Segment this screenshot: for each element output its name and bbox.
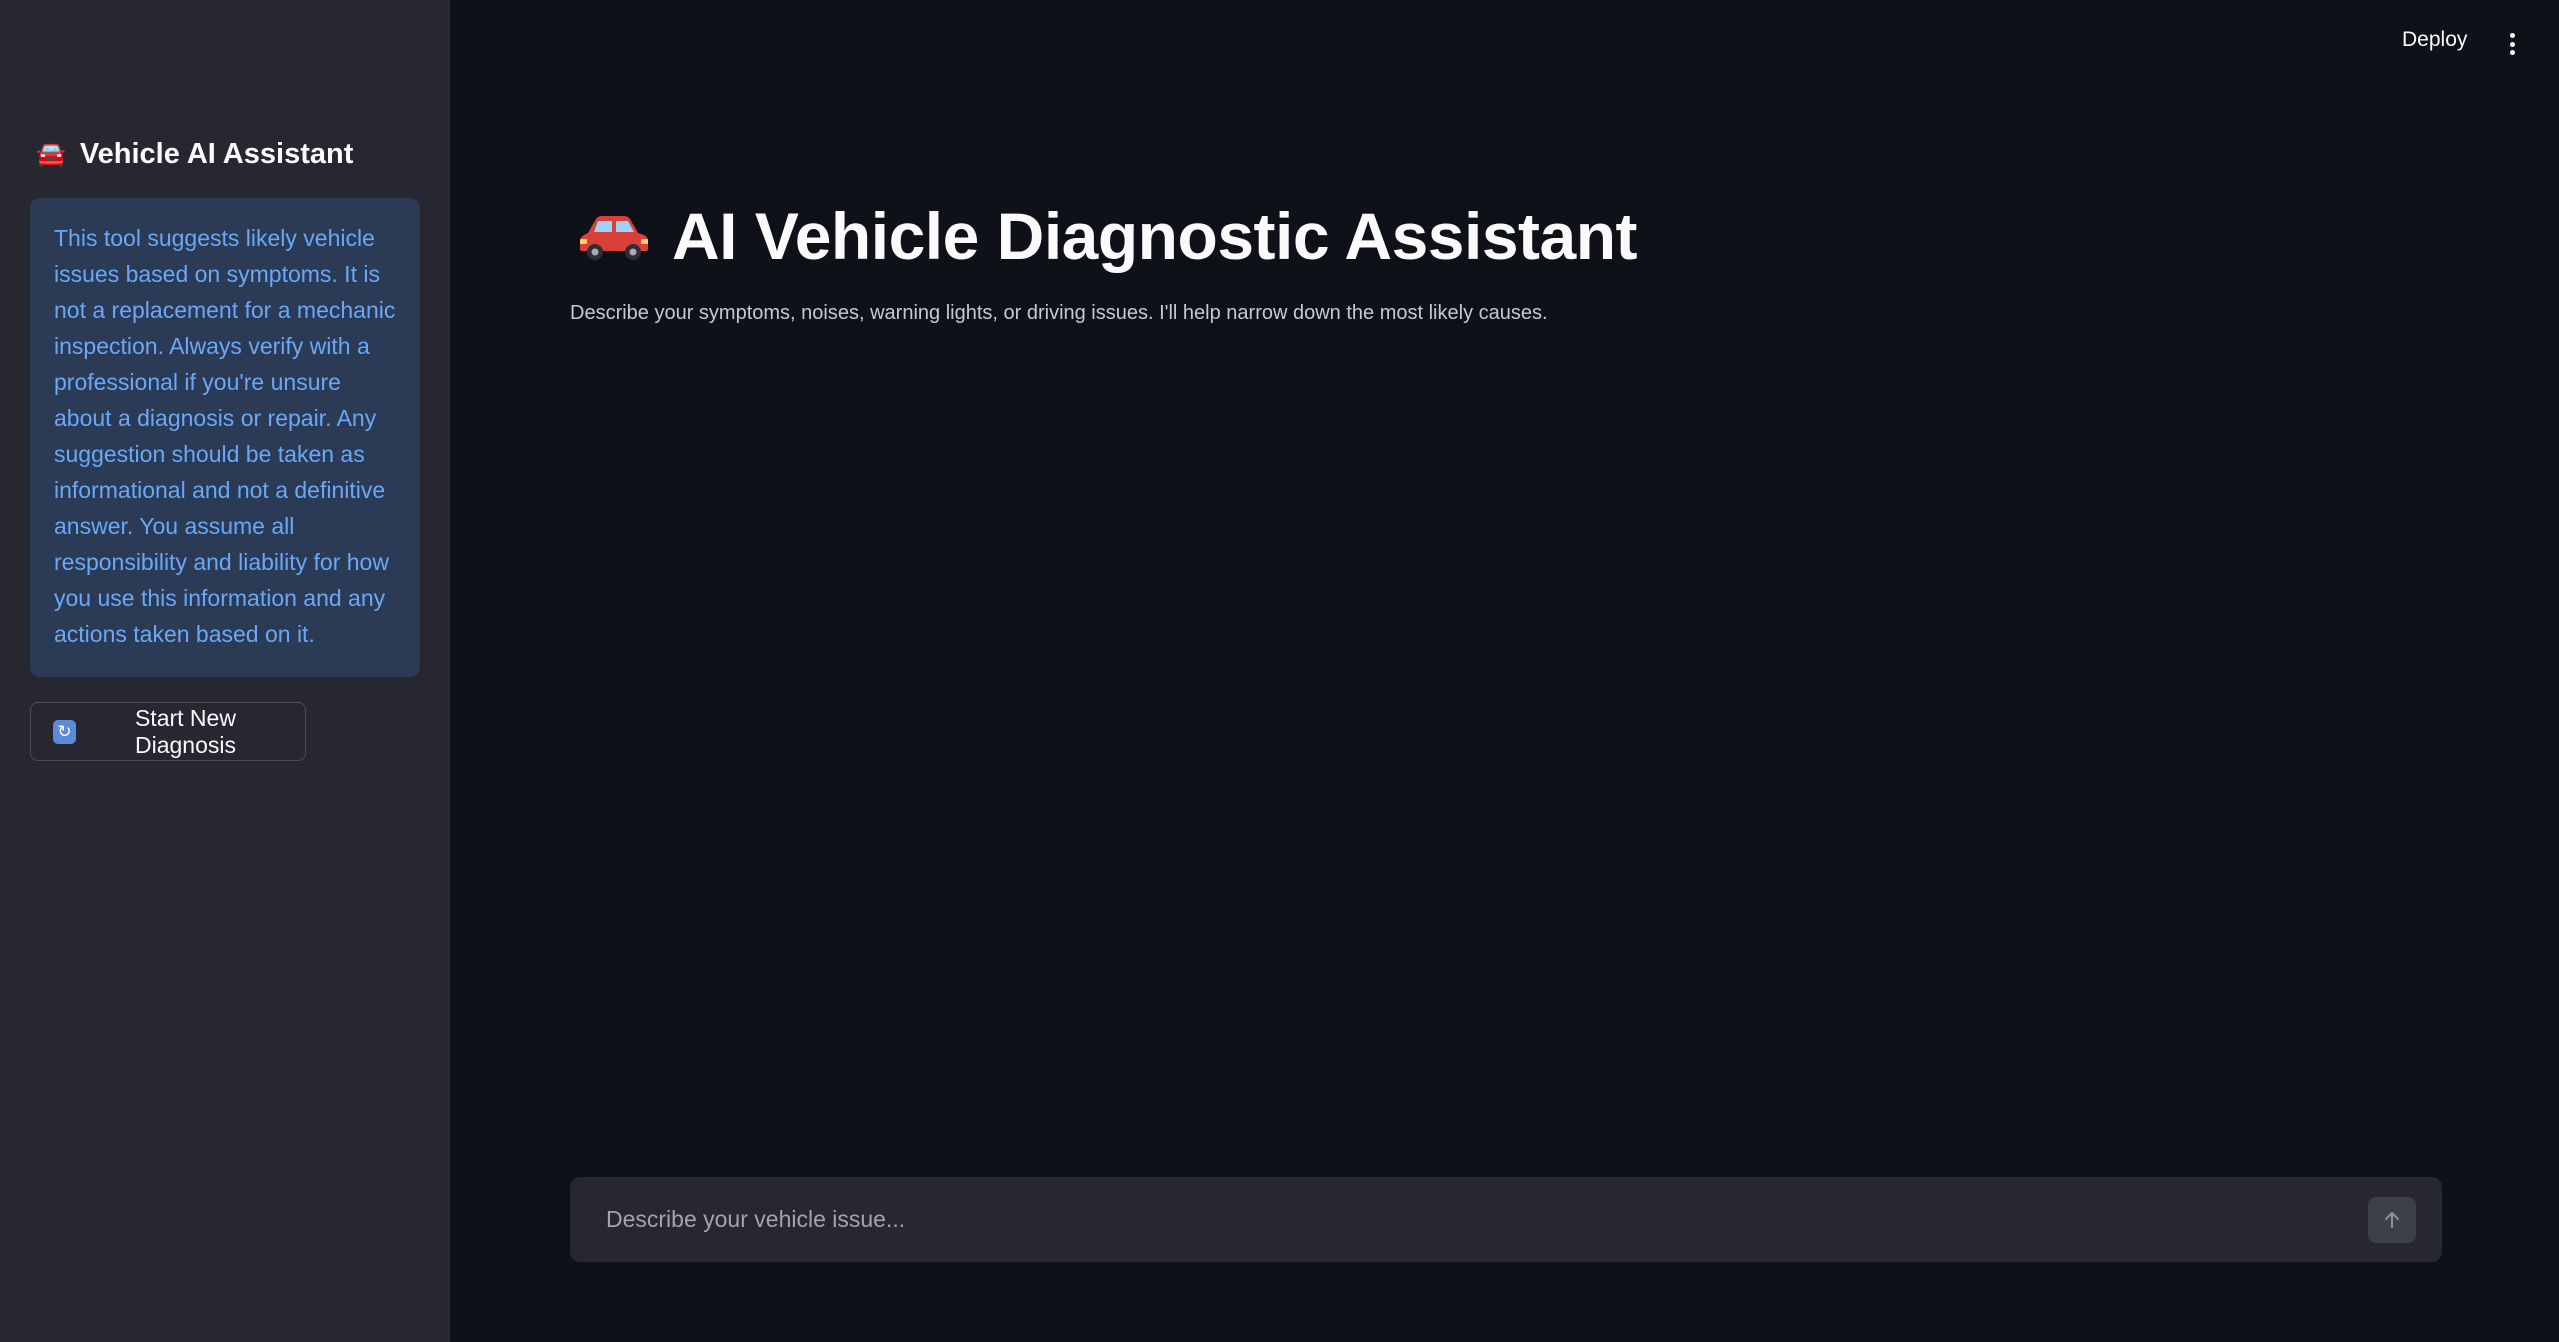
kebab-menu-icon[interactable] xyxy=(2500,30,2524,58)
page-subtitle: Describe your symptoms, noises, warning … xyxy=(570,302,1548,324)
sidebar-title-text: Vehicle AI Assistant xyxy=(79,138,354,170)
car-front-icon: 🚘 xyxy=(36,140,66,168)
app-root: 🚘 Vehicle AI Assistant This tool suggest… xyxy=(0,0,2559,1342)
start-new-diagnosis-label: Start New Diagnosis xyxy=(134,704,236,758)
deploy-button[interactable]: Deploy xyxy=(2402,28,2467,52)
arrow-up-icon xyxy=(2385,1212,2399,1228)
chat-input[interactable] xyxy=(606,1177,2346,1262)
start-new-diagnosis-button[interactable]: ↻ Start New Diagnosis xyxy=(30,702,306,761)
send-button[interactable] xyxy=(2368,1197,2416,1243)
sidebar: 🚘 Vehicle AI Assistant This tool suggest… xyxy=(0,0,450,1342)
disclaimer-info-box: This tool suggests likely vehicle issues… xyxy=(30,198,420,677)
refresh-icon: ↻ xyxy=(53,719,76,744)
chat-input-container xyxy=(570,1177,2442,1262)
disclaimer-text: This tool suggests likely vehicle issues… xyxy=(54,225,396,647)
car-icon xyxy=(580,216,648,260)
page-title-text: AI Vehicle Diagnostic Assistant xyxy=(672,199,1638,273)
sidebar-title: 🚘 Vehicle AI Assistant xyxy=(36,138,353,171)
page-title: AI Vehicle Diagnostic Assistant xyxy=(578,198,1638,274)
